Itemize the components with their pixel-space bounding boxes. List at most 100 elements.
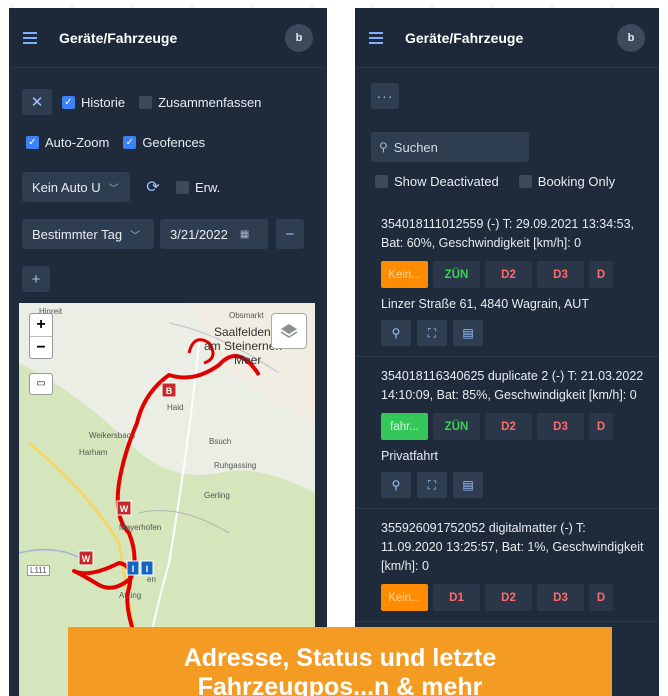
page-title: Geräte/Fahrzeuge [405,29,524,46]
caption-line-2: Fahrzeugpos...n & mehr [197,673,483,696]
chevron-down-icon: ﹀ [130,230,141,242]
location-pin-icon[interactable]: ⚲ [381,320,411,346]
map-route-icon[interactable]: ⛶ [417,320,447,346]
zoom-in-button[interactable]: + [30,314,52,336]
status-chip[interactable]: D3 [537,413,584,440]
menu-icon[interactable] [369,31,383,44]
map-label: Mayerhofen [119,523,162,532]
status-chip[interactable]: fahr... [381,413,428,440]
caption-banner: Adresse, Status und letzte Fahrzeugpos..… [68,627,612,696]
ruler-icon[interactable]: ▭ [29,373,53,395]
layers-icon[interactable] [271,313,307,349]
vehicle-row: Kein Auto U ﹀ ⟳ Erw. [22,172,234,202]
device-info: 354018116340625 duplicate 2 (-) T: 21.03… [381,369,644,402]
search-placeholder: Suchen [393,139,438,155]
right-panel: Geräte/Fahrzeuge b ··· ⚲ Suchen Show Dea… [355,8,659,696]
device-item[interactable]: 354018116340625 duplicate 2 (-) T: 21.03… [355,357,659,509]
vehicle-select-value: Kein Auto U [32,179,101,195]
booking-only-checkbox[interactable]: Booking Only [518,174,616,189]
status-chip[interactable]: D2 [485,584,532,611]
close-icon[interactable]: ✕ [22,89,52,115]
zoom-geofence-row: ✓ Auto-Zoom ✓ Geofences [26,135,219,150]
status-row: fahr... ZÜN D2 D3 D [381,413,645,440]
date-value: 3/21/2022 [170,226,228,242]
checkbox-checked-icon: ✓ [26,136,39,149]
marker-w-1[interactable]: W [116,500,132,516]
map-label: en [147,575,156,584]
search-icon: ⚲ [379,140,388,154]
status-row: Kein... ZÜN D2 D3 D [381,261,645,288]
status-chip[interactable]: Kein... [381,261,428,288]
historie-checkbox[interactable]: ✓ Historie [62,95,125,110]
filter-row: Show Deactivated Booking Only [375,174,629,189]
status-chip[interactable]: D [589,584,613,611]
day-select-value: Bestimmter Tag [32,226,123,242]
zoom-out-button[interactable]: − [30,336,52,358]
status-chip[interactable]: D2 [485,261,532,288]
map-label: Gerling [204,491,230,500]
status-chip[interactable]: D3 [537,261,584,288]
map-label: Bsuch [209,437,232,446]
historie-label: Historie [81,94,126,110]
device-item[interactable]: 354018111012559 (-) T: 29.09.2021 13:34:… [355,205,659,357]
svg-text:W: W [82,554,91,564]
checkbox-checked-icon: ✓ [123,136,137,149]
marker-i-2[interactable]: I [140,560,154,576]
status-chip[interactable]: D1 [433,584,480,611]
right-topbar: Geräte/Fahrzeuge b [355,8,659,68]
report-icon[interactable]: ▤ [453,472,483,498]
zusammenfassen-checkbox[interactable]: Zusammenfassen [139,95,261,110]
map-label: Saalfelden [214,325,271,339]
menu-icon[interactable] [23,31,37,44]
autozoom-label: Auto-Zoom [45,135,110,150]
search-input[interactable]: ⚲ Suchen [371,132,529,162]
left-panel: Geräte/Fahrzeuge b ✕ ✓ Historie Zusammen… [9,8,327,696]
minus-button[interactable]: − [276,219,304,249]
checkbox-unchecked-icon [518,175,532,188]
page-title: Geräte/Fahrzeuge [59,29,178,46]
zoom-control: + − [29,313,53,359]
left-topbar: Geräte/Fahrzeuge b [9,8,327,68]
add-button[interactable]: + [22,266,50,292]
status-chip[interactable]: D2 [485,413,532,440]
location-pin-icon[interactable]: ⚲ [381,472,411,498]
map-route-icon[interactable]: ⛶ [417,472,447,498]
device-list: 354018111012559 (-) T: 29.09.2021 13:34:… [355,205,659,622]
autozoom-checkbox[interactable]: ✓ Auto-Zoom [26,135,109,150]
date-row: Bestimmter Tag ﹀ 3/21/2022 ▦ − [22,219,304,249]
status-chip[interactable]: D [589,413,613,440]
status-chip[interactable]: ZÜN [433,413,480,440]
booking-only-label: Booking Only [537,174,616,189]
day-select[interactable]: Bestimmter Tag ﹀ [22,219,154,249]
marker-i-1[interactable]: I [126,560,140,576]
show-deactivated-label: Show Deactivated [394,174,499,189]
refresh-icon[interactable]: ⟳ [138,172,168,202]
status-chip[interactable]: D [589,261,613,288]
report-icon[interactable]: ▤ [453,320,483,346]
vehicle-select[interactable]: Kein Auto U ﹀ [22,172,130,202]
map-label: Weikersbach [89,431,136,440]
date-input[interactable]: 3/21/2022 ▦ [160,219,268,249]
erw-label: Erw. [195,179,221,195]
erw-checkbox[interactable]: Erw. [176,180,220,195]
caption-line-1: Adresse, Status und letzte [183,644,497,672]
device-item[interactable]: 355926091752052 digitalmatter (-) T: 11.… [355,509,659,622]
map-label: Harham [79,448,108,457]
avatar[interactable]: b [617,23,645,52]
status-chip[interactable]: D3 [537,584,584,611]
chevron-down-icon: ﹀ [108,183,119,195]
show-deactivated-checkbox[interactable]: Show Deactivated [375,174,499,189]
svg-text:B: B [166,386,173,396]
history-row: ✕ ✓ Historie Zusammenfassen [22,89,275,115]
marker-b[interactable]: B [161,382,177,398]
device-address: Linzer Straße 61, 4840 Wagrain, AUT [381,297,589,311]
svg-text:I: I [146,564,149,574]
status-chip[interactable]: ZÜN [433,261,480,288]
avatar[interactable]: b [285,23,313,52]
geofences-checkbox[interactable]: ✓ Geofences [123,135,205,150]
status-chip[interactable]: Kein... [381,584,428,611]
svg-text:W: W [120,504,129,514]
marker-w-2[interactable]: W [78,550,94,566]
more-button[interactable]: ··· [371,83,399,109]
map-label: Haid [167,403,184,412]
